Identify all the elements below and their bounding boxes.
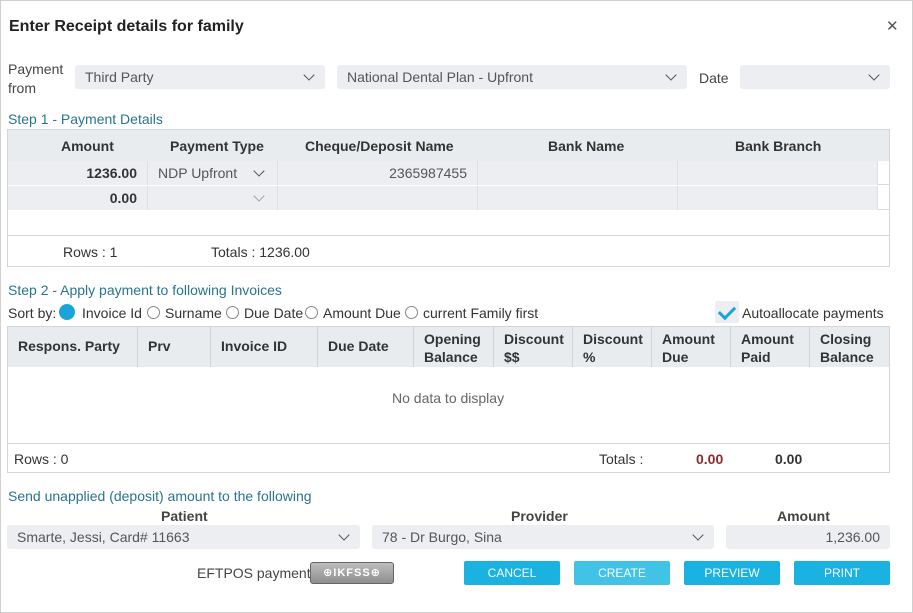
patient-header: Patient	[161, 508, 208, 524]
print-button[interactable]: PRINT	[794, 561, 890, 585]
chevron-down-icon	[665, 65, 679, 89]
table-row[interactable]: 1236.00 NDP Upfront 2365987455	[8, 161, 889, 185]
payment-type-cell[interactable]: NDP Upfront	[148, 161, 278, 185]
col-discount-percent: Discount %	[573, 327, 652, 367]
bank-branch-cell[interactable]	[678, 161, 878, 185]
sort-option-due-date[interactable]: Due Date	[244, 305, 303, 321]
sort-option-surname[interactable]: Surname	[165, 305, 222, 321]
sort-radio-invoice-id[interactable]	[59, 304, 75, 320]
amount-header: Amount	[777, 508, 830, 524]
col-prv: Prv	[138, 327, 211, 367]
col-amount-due: Amount Due	[652, 327, 731, 367]
provider-select[interactable]: 78 - Dr Burgo, Sina	[372, 525, 714, 549]
unapplied-title: Send unapplied (deposit) amount to the f…	[8, 488, 312, 504]
invoices-grid-header: Respons. Party Prv Invoice ID Due Date O…	[8, 327, 889, 367]
amount-cell[interactable]: 0.00	[8, 186, 148, 210]
plan-select[interactable]: National Dental Plan - Upfront	[337, 65, 687, 89]
invoices-grid: Respons. Party Prv Invoice ID Due Date O…	[7, 326, 890, 473]
chevron-down-icon	[868, 65, 882, 89]
sort-radio-amount-due[interactable]	[305, 306, 318, 319]
amount-input[interactable]: 1,236.00	[726, 525, 890, 549]
step1-rows-count: Rows : 1	[63, 244, 118, 260]
col-closing-balance: Closing Balance	[820, 331, 874, 365]
col-cheque-name: Cheque/Deposit Name	[305, 138, 454, 154]
close-icon[interactable]: ✕	[886, 17, 899, 35]
payment-from-select[interactable]: Third Party	[75, 65, 325, 89]
chevron-down-icon	[692, 525, 706, 549]
bank-branch-cell[interactable]	[678, 186, 878, 210]
col-opening-balance: Opening Balance	[414, 327, 494, 367]
col-amount: Amount	[61, 138, 114, 154]
plan-value: National Dental Plan - Upfront	[347, 69, 533, 85]
cancel-button[interactable]: CANCEL	[464, 561, 560, 585]
sort-option-invoice-id[interactable]: Invoice Id	[82, 305, 142, 321]
provider-value: 78 - Dr Burgo, Sina	[382, 529, 502, 545]
payment-grid-header: Amount Payment Type Cheque/Deposit Name …	[8, 130, 889, 161]
eftpos-label: EFTPOS payment	[197, 565, 311, 581]
cheque-cell[interactable]: 2365987455	[278, 161, 478, 185]
preview-button[interactable]: PREVIEW	[684, 561, 780, 585]
create-button[interactable]: CREATE	[574, 561, 670, 585]
total-amount-paid: 0.00	[775, 451, 803, 467]
payment-type-cell[interactable]	[148, 186, 278, 210]
date-select[interactable]	[740, 65, 890, 89]
provider-header: Provider	[511, 508, 568, 524]
col-due-date: Due Date	[318, 327, 414, 367]
sort-option-amount-due[interactable]: Amount Due	[323, 305, 401, 321]
autoallocate-label: Autoallocate payments	[742, 305, 884, 321]
step1-totals: Totals : 1236.00	[211, 244, 310, 260]
col-invoice-id: Invoice ID	[211, 327, 318, 367]
total-amount-due: 0.00	[696, 451, 724, 467]
sort-radio-family-first[interactable]	[405, 306, 418, 319]
col-amount-paid: Amount Paid	[731, 327, 810, 367]
sort-radio-surname[interactable]	[147, 306, 160, 319]
table-row[interactable]: 0.00	[8, 186, 889, 210]
receipt-dialog: Enter Receipt details for family ✕ Payme…	[0, 0, 913, 613]
step2-title: Step 2 - Apply payment to following Invo…	[8, 282, 282, 298]
patient-value: Smarte, Jessi, Card# 11663	[17, 529, 190, 545]
col-discount-dollars: Discount $$	[494, 327, 573, 367]
chevron-down-icon	[253, 161, 267, 185]
chevron-down-icon	[303, 65, 317, 89]
col-respons-party: Respons. Party	[8, 327, 138, 367]
payment-from-value: Third Party	[85, 69, 154, 85]
no-data-message: No data to display	[392, 390, 505, 406]
chevron-down-icon	[253, 186, 267, 210]
bank-name-cell[interactable]	[478, 186, 678, 210]
eftpos-card-icon[interactable]: ⊕IKFSS⊕	[310, 562, 394, 584]
col-bank-name: Bank Name	[548, 138, 625, 154]
amount-cell[interactable]: 1236.00	[8, 161, 148, 185]
date-label: Date	[699, 70, 729, 86]
payment-details-grid: Amount Payment Type Cheque/Deposit Name …	[7, 129, 890, 267]
col-bank-branch: Bank Branch	[735, 138, 822, 154]
step2-rows-count: Rows : 0	[14, 451, 69, 467]
chevron-down-icon	[338, 525, 352, 549]
invoices-grid-footer: Rows : 0 Totals : 0.00 0.00	[8, 443, 889, 472]
col-payment-type: Payment Type	[170, 138, 264, 154]
step1-title: Step 1 - Payment Details	[8, 111, 163, 127]
bank-name-cell[interactable]	[478, 161, 678, 185]
patient-select[interactable]: Smarte, Jessi, Card# 11663	[7, 525, 360, 549]
dialog-title: Enter Receipt details for family	[9, 18, 244, 35]
sort-radio-due-date[interactable]	[226, 306, 239, 319]
grid-divider	[8, 235, 889, 236]
payment-from-label: Payment from	[8, 61, 64, 96]
autoallocate-checkbox[interactable]	[715, 301, 739, 323]
cheque-cell[interactable]	[278, 186, 478, 210]
sort-by-label: Sort by:	[8, 305, 57, 321]
sort-option-family-first[interactable]: current Family first	[423, 305, 538, 321]
step2-totals-label: Totals :	[599, 451, 644, 467]
